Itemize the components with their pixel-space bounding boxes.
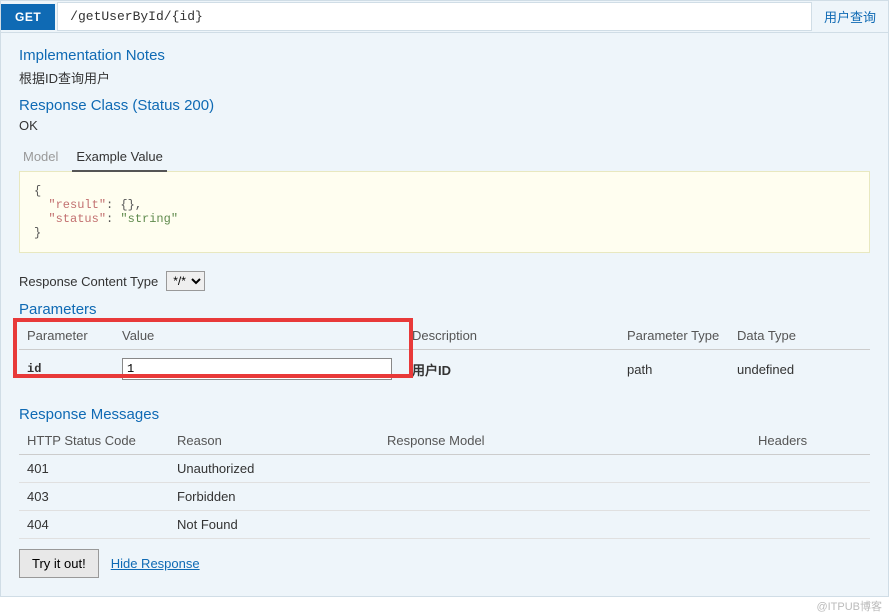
param-description-cell: 用户ID	[404, 350, 619, 389]
operation-summary: 用户查询	[812, 1, 888, 32]
response-row: 401 Unauthorized	[19, 455, 870, 483]
content-type-label: Response Content Type	[19, 274, 158, 289]
parameter-row: id 用户ID path undefined	[19, 350, 870, 389]
col-headers: Headers	[750, 427, 870, 455]
reason-cell: Unauthorized	[169, 455, 379, 483]
model-cell	[379, 511, 750, 539]
headers-cell	[750, 455, 870, 483]
parameters-table: Parameter Value Description Parameter Ty…	[19, 322, 870, 388]
http-method-badge: GET	[1, 4, 55, 30]
tab-example-value[interactable]: Example Value	[72, 143, 166, 172]
reason-cell: Forbidden	[169, 483, 379, 511]
headers-cell	[750, 483, 870, 511]
param-datatype-cell: undefined	[729, 350, 870, 389]
try-it-out-button[interactable]: Try it out!	[19, 549, 99, 578]
param-type-cell: path	[619, 350, 729, 389]
status-code-cell: 401	[19, 455, 169, 483]
status-code-cell: 404	[19, 511, 169, 539]
response-tabs: Model Example Value	[19, 143, 870, 172]
parameters-header-row: Parameter Value Description Parameter Ty…	[19, 322, 870, 350]
status-code-cell: 403	[19, 483, 169, 511]
model-cell	[379, 455, 750, 483]
col-parameter: Parameter	[19, 322, 114, 350]
model-cell	[379, 483, 750, 511]
watermark: @ITPUB博客	[816, 598, 882, 614]
response-row: 403 Forbidden	[19, 483, 870, 511]
col-description: Description	[404, 322, 619, 350]
col-parameter-type: Parameter Type	[619, 322, 729, 350]
param-value-input[interactable]	[122, 358, 392, 380]
response-row: 404 Not Found	[19, 511, 870, 539]
hide-response-link[interactable]: Hide Response	[111, 556, 200, 571]
tab-model[interactable]: Model	[19, 143, 62, 171]
reason-cell: Not Found	[169, 511, 379, 539]
response-class-title: Response Class (Status 200)	[19, 97, 870, 114]
headers-cell	[750, 511, 870, 539]
col-response-model: Response Model	[379, 427, 750, 455]
response-status-text: OK	[19, 118, 870, 133]
col-data-type: Data Type	[729, 322, 870, 350]
implementation-notes-text: 根据ID查询用户	[19, 68, 870, 87]
example-json-box[interactable]: { "result": {}, "status": "string" }	[19, 171, 870, 253]
col-reason: Reason	[169, 427, 379, 455]
param-name-cell: id	[19, 350, 114, 389]
col-status-code: HTTP Status Code	[19, 427, 169, 455]
response-messages-table: HTTP Status Code Reason Response Model H…	[19, 427, 870, 539]
col-value: Value	[114, 322, 404, 350]
endpoint-path: /getUserById/{id}	[57, 2, 812, 31]
parameters-title: Parameters	[19, 301, 870, 318]
response-messages-title: Response Messages	[19, 406, 870, 423]
operation-header[interactable]: GET /getUserById/{id} 用户查询	[1, 1, 888, 33]
implementation-notes-title: Implementation Notes	[19, 47, 870, 64]
content-type-select[interactable]: */*	[166, 271, 205, 291]
